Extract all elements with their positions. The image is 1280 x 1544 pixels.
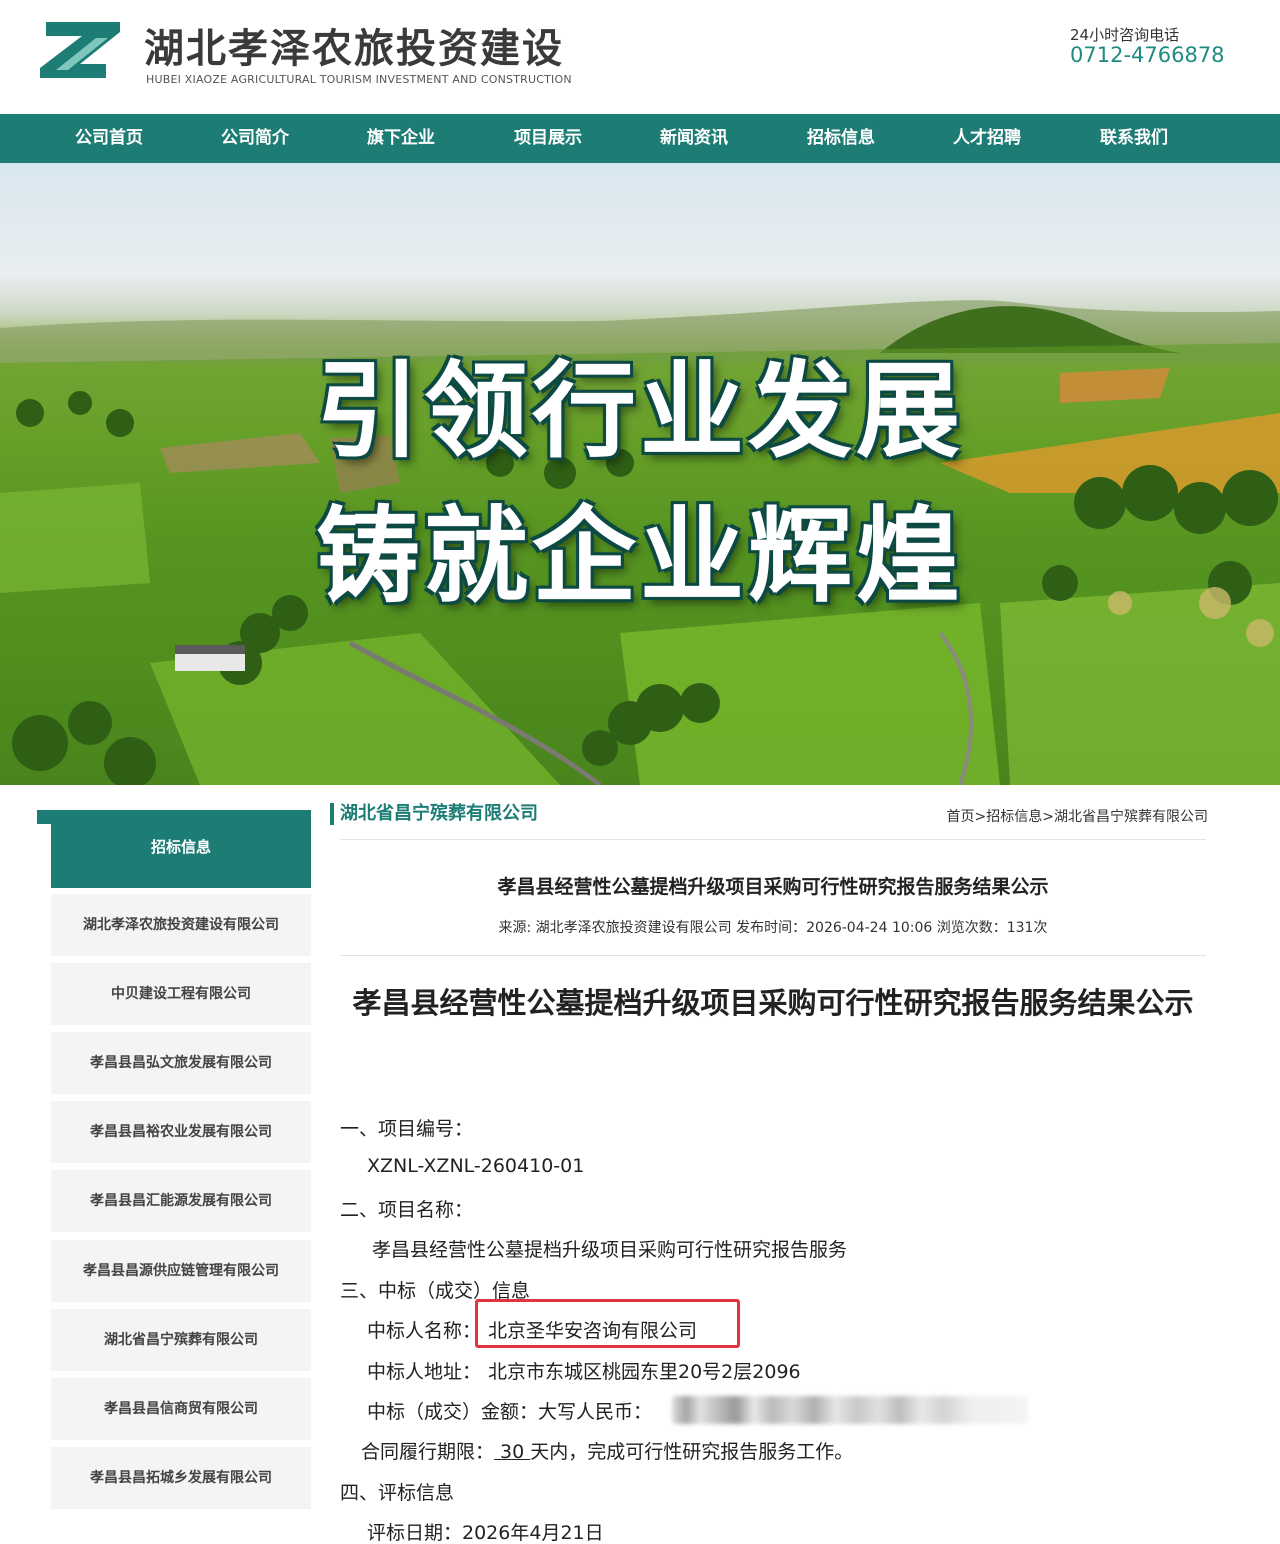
nav-item-subsidiaries[interactable]: 旗下企业 <box>367 114 435 163</box>
award-amount-label: 中标（成交）金额：大写人民币： <box>367 1401 653 1423</box>
sidebar-item-xiaoze[interactable]: 湖北孝泽农旅投资建设有限公司 <box>51 894 311 956</box>
contract-period-text: 天内，完成可行性研究报告服务工作。 <box>530 1441 854 1463</box>
winner-address-value: 北京市东城区桃园东里20号2层2096 <box>488 1361 801 1383</box>
breadcrumb-separator: > <box>974 809 987 825</box>
sidebar-item-changxin[interactable]: 孝昌县昌信商贸有限公司 <box>51 1378 311 1440</box>
sidebar-item-changtuo[interactable]: 孝昌县昌拓城乡发展有限公司 <box>51 1447 311 1509</box>
sidebar-item-changhong[interactable]: 孝昌县昌弘文旅发展有限公司 <box>51 1032 311 1094</box>
breadcrumb-separator: > <box>1042 809 1054 825</box>
highlight-box <box>475 1299 740 1348</box>
document-title: 孝昌县经营性公墓提档升级项目采购可行性研究报告服务结果公示 <box>352 986 1194 1020</box>
contract-period-label: 合同履行期限： <box>361 1441 495 1463</box>
project-name-value: 孝昌县经营性公墓提档升级项目采购可行性研究报告服务 <box>372 1239 848 1261</box>
article-divider <box>340 955 1206 956</box>
banner-slogan-line-2: 铸就企业辉煌 <box>315 495 964 617</box>
sidebar-item-changyu[interactable]: 孝昌县昌裕农业发展有限公司 <box>51 1101 311 1163</box>
breadcrumb-home[interactable]: 首页 <box>947 809 975 825</box>
hero-banner: 引领行业发展 铸就企业辉煌 <box>0 163 1280 785</box>
company-english-name: HUBEI XIAOZE AGRICULTURAL TOURISM INVEST… <box>146 73 572 86</box>
breadcrumb: 首页>招标信息>湖北省昌宁殡葬有限公司 <box>947 806 1208 826</box>
hotline-label: 24小时咨询电话 <box>1070 26 1180 44</box>
article-title: 孝昌县经营性公墓提档升级项目采购可行性研究报告服务结果公示 <box>497 876 1049 898</box>
hotline-number[interactable]: 0712-4766878 <box>1070 43 1225 67</box>
nav-item-contact[interactable]: 联系我们 <box>1100 114 1168 163</box>
contract-period: 合同履行期限： 30 天内，完成可行性研究报告服务工作。 <box>361 1437 853 1464</box>
winner-name-label: 中标人名称： <box>367 1320 482 1342</box>
article-meta: 来源: 湖北孝泽农旅投资建设有限公司 发布时间：2026-04-24 10:06… <box>498 920 1048 936</box>
nav-item-home[interactable]: 公司首页 <box>75 114 143 163</box>
nav-item-news[interactable]: 新闻资讯 <box>660 114 728 163</box>
project-name-heading: 二、项目名称： <box>340 1199 474 1221</box>
banner-slogan-line-1: 引领行业发展 <box>315 350 964 472</box>
winner-address-label: 中标人地址： <box>367 1361 482 1383</box>
site-header: 湖北孝泽农旅投资建设 HUBEI XIAOZE AGRICULTURAL TOU… <box>0 0 1280 114</box>
project-number-value: XZNL-XZNL-260410-01 <box>367 1155 585 1177</box>
review-info-heading: 四、评标信息 <box>340 1482 455 1504</box>
project-number-heading: 一、项目编号： <box>340 1118 474 1140</box>
sidebar-heading: 招标信息 <box>51 810 311 888</box>
nav-item-careers[interactable]: 人才招聘 <box>953 114 1021 163</box>
nav-item-projects[interactable]: 项目展示 <box>514 114 582 163</box>
breadcrumb-tenders[interactable]: 招标信息 <box>986 809 1042 825</box>
redacted-amount <box>672 1396 1028 1424</box>
contract-period-days: 30 <box>494 1441 531 1463</box>
nav-item-tenders[interactable]: 招标信息 <box>807 114 875 163</box>
company-logo-icon[interactable] <box>36 18 124 84</box>
company-name: 湖北孝泽农旅投资建设 <box>144 26 564 72</box>
sidebar-item-zhongbei[interactable]: 中贝建设工程有限公司 <box>51 963 311 1025</box>
breadcrumb-current[interactable]: 湖北省昌宁殡葬有限公司 <box>1054 809 1208 825</box>
sidebar-item-changning[interactable]: 湖北省昌宁殡葬有限公司 <box>51 1309 311 1371</box>
nav-item-about[interactable]: 公司简介 <box>221 114 289 163</box>
sidebar-item-changyuan[interactable]: 孝昌县昌源供应链管理有限公司 <box>51 1240 311 1302</box>
section-divider <box>340 839 1206 840</box>
section-title: 湖北省昌宁殡葬有限公司 <box>330 803 538 825</box>
review-date: 评标日期：2026年4月21日 <box>367 1522 604 1544</box>
main-nav: 公司首页 公司简介 旗下企业 项目展示 新闻资讯 招标信息 人才招聘 联系我们 <box>0 114 1280 163</box>
sidebar-item-changhui[interactable]: 孝昌县昌汇能源发展有限公司 <box>51 1170 311 1232</box>
